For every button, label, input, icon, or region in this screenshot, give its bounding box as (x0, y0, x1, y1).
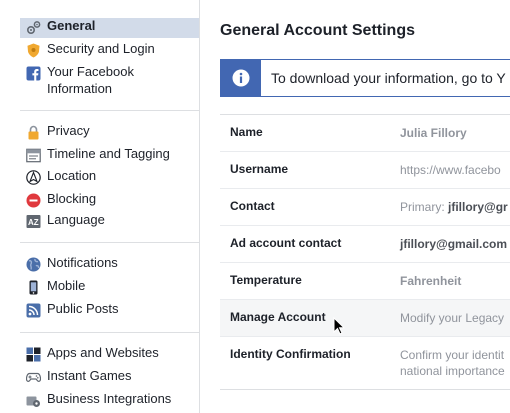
setting-value: Primary: jfillory@gr (400, 199, 508, 215)
setting-key: Username (230, 162, 289, 176)
sidebar-item-notifications[interactable]: Notifications (20, 255, 199, 275)
rss-icon (26, 303, 41, 318)
business-gear-icon (26, 396, 40, 407)
sidebar-item-public-posts[interactable]: Public Posts (20, 301, 199, 321)
sidebar-item-label: Language (47, 212, 105, 227)
setting-key: Ad account contact (230, 236, 342, 250)
gear-icon (26, 21, 41, 35)
setting-value: Modify your Legacy (400, 311, 505, 325)
globe-icon (26, 257, 41, 272)
setting-row-contact[interactable]: Contact Primary: jfillory@gr (220, 189, 510, 226)
setting-row-temperature[interactable]: Temperature Fahrenheit (220, 263, 510, 300)
language-icon: AZ (26, 215, 41, 228)
sidebar-item-blocking[interactable]: Blocking (20, 191, 199, 211)
setting-row-name[interactable]: Name Julia Fillory (220, 115, 510, 152)
info-banner-text[interactable]: To download your information, go to Y (271, 70, 506, 86)
facebook-icon (26, 66, 41, 81)
setting-value: Confirm your identit (400, 348, 505, 362)
setting-value: jfillory@gmail.com (400, 237, 508, 251)
sidebar-item-label: Apps and Websites (47, 345, 159, 360)
sidebar-item-apps-and-websites[interactable]: Apps and Websites (20, 345, 199, 365)
setting-row-manage-account[interactable]: Manage Account Modify your Legacy (220, 300, 510, 337)
lock-icon (28, 125, 39, 140)
sidebar-item-mobile[interactable]: Mobile (20, 278, 199, 298)
sidebar-item-label: Instant Games (47, 368, 132, 383)
setting-key: Identity Confirmation (230, 347, 351, 361)
setting-key: Manage Account (230, 310, 326, 324)
info-banner: To download your information, go to Y (220, 59, 510, 97)
setting-value: Fahrenheit (400, 274, 462, 288)
info-icon-container (221, 60, 261, 96)
sidebar-item-label: Blocking (47, 191, 97, 206)
nav-group-notifications: Notifications Mobile Public Posts (20, 243, 199, 333)
sidebar-item-label: General (47, 18, 96, 33)
sidebar-item-language[interactable]: AZ Language (20, 212, 199, 232)
mobile-icon (29, 280, 38, 295)
sidebar-item-label: Location (47, 168, 97, 183)
setting-row-username[interactable]: Username https://www.facebo (220, 152, 510, 189)
timeline-icon (26, 148, 41, 163)
gamepad-icon (26, 372, 41, 382)
sidebar-item-privacy[interactable]: Privacy (20, 123, 199, 143)
sidebar-item-label: Notifications (47, 255, 118, 270)
setting-value-email: jfillory@gr (448, 200, 508, 214)
setting-value: https://www.facebo (400, 163, 501, 177)
sidebar-item-timeline-and-tagging[interactable]: Timeline and Tagging (20, 146, 199, 166)
setting-key: Temperature (230, 273, 302, 287)
sidebar-item-label: Privacy (47, 123, 90, 138)
apps-icon (26, 347, 41, 362)
page-title: General Account Settings (220, 22, 415, 39)
sidebar-item-label: Security and Login (47, 41, 155, 56)
sidebar-item-instant-games[interactable]: Instant Games (20, 368, 199, 388)
setting-value-line2: national importance (400, 364, 505, 378)
sidebar-item-label: Your Facebook Information (47, 64, 134, 96)
nav-group-apps: Apps and Websites Instant Games Business… (20, 333, 199, 413)
setting-key: Name (230, 125, 263, 139)
sidebar-item-business-integrations[interactable]: Business Integrations (20, 391, 199, 411)
location-icon (26, 170, 41, 185)
setting-value-prefix: Primary: (400, 200, 448, 214)
setting-row-ad-account-contact[interactable]: Ad account contact jfillory@gmail.com (220, 226, 510, 263)
shield-icon (27, 43, 40, 58)
sidebar-item-label: Business Integrations (47, 391, 172, 406)
info-icon (232, 69, 250, 87)
setting-key: Contact (230, 199, 275, 213)
mouse-cursor-icon (333, 317, 345, 335)
settings-list: Name Julia Fillory Username https://www.… (220, 114, 510, 390)
settings-sidebar: General Security and Login Your Facebook… (0, 0, 200, 413)
sidebar-item-label: Public Posts (47, 301, 119, 316)
sidebar-item-your-facebook-information[interactable]: Your Facebook Information (20, 64, 199, 102)
sidebar-item-security[interactable]: Security and Login (20, 41, 199, 61)
main-content: General Account Settings To download you… (201, 0, 510, 413)
sidebar-item-label: Timeline and Tagging (47, 146, 170, 161)
nav-group-privacy: Privacy Timeline and Tagging Location Bl… (20, 111, 199, 243)
sidebar-item-general[interactable]: General (20, 18, 199, 38)
sidebar-item-location[interactable]: Location (20, 168, 199, 188)
setting-row-identity-confirmation[interactable]: Identity Confirmation Confirm your ident… (220, 337, 510, 390)
blocking-icon (26, 193, 41, 208)
sidebar-item-label: Mobile (47, 278, 86, 293)
svg-text:AZ: AZ (28, 218, 39, 227)
setting-value: Julia Fillory (400, 126, 467, 140)
nav-group-account: General Security and Login Your Facebook… (20, 18, 199, 111)
